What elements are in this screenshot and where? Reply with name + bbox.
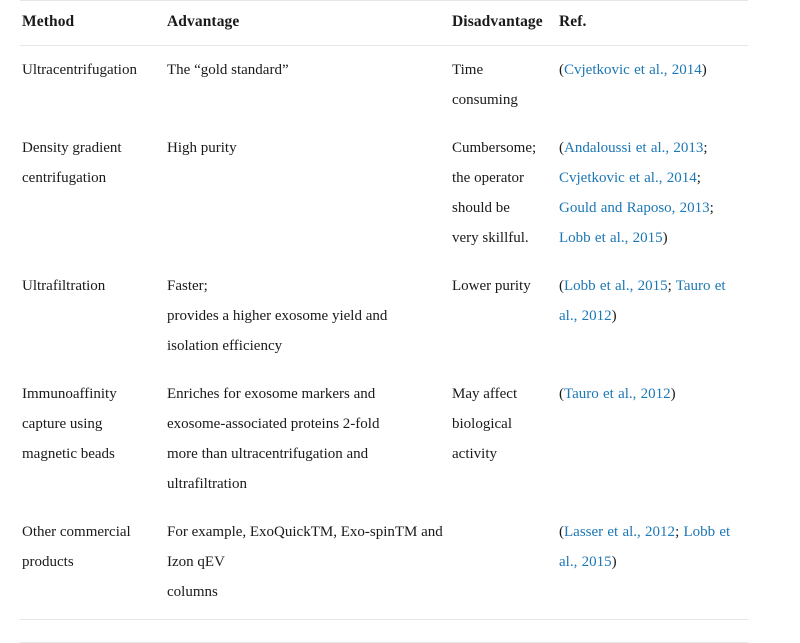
table-cell-ref: (Cvjetkovic et al., 2014) [557, 46, 748, 125]
table-row: Other commercialproductsFor example, Exo… [20, 508, 748, 620]
table-cell-disadvantage-line: the operator [452, 163, 551, 193]
ref-close-paren: ) [671, 386, 676, 402]
table-header-row: Method Advantage Disadvantage Ref. [20, 1, 748, 46]
table-cell-method-line: Density gradient [22, 133, 159, 163]
table-cell-disadvantage-line: Lower purity [452, 271, 551, 301]
table-cell-advantage-line: High purity [167, 133, 444, 163]
table-cell-disadvantage-line: biological [452, 409, 551, 439]
table-cell-disadvantage-line: Cumbersome; [452, 133, 551, 163]
table-cell-ref: (Lobb et al., 2015; Tauro et al., 2012) [557, 262, 748, 370]
citation-link[interactable]: Gould and Raposo, 2013 [559, 200, 710, 216]
table-cell-method: Density gradientcentrifugation [20, 124, 165, 262]
ref-close-paren: ) [663, 230, 668, 246]
table-cell-disadvantage-line: activity [452, 439, 551, 469]
table-cell-disadvantage-line: consuming [452, 85, 551, 115]
table-cell-disadvantage [450, 508, 557, 620]
table-cell-disadvantage: Lower purity [450, 262, 557, 370]
table-cell-advantage-line: ultrafiltration [167, 469, 444, 499]
table-row: Immunoaffinitycapture usingmagnetic bead… [20, 370, 748, 508]
table-cell-disadvantage-line: Time [452, 55, 551, 85]
table-cell-method-line: Immunoaffinity [22, 379, 159, 409]
table-cell-advantage: For example, ExoQuickTM, Exo-spinTM and … [165, 508, 450, 620]
citation-link[interactable]: Tauro et al., 2012 [564, 386, 671, 402]
table-cell-advantage: The “gold standard” [165, 46, 450, 125]
table-header: Method Advantage Disadvantage Ref. [20, 1, 748, 46]
table-cell-advantage-line: more than ultracentrifugation and [167, 439, 444, 469]
table-cell-method: Ultracentrifugation [20, 46, 165, 125]
table-cell-method: Immunoaffinitycapture usingmagnetic bead… [20, 370, 165, 508]
citation-link[interactable]: Andaloussi et al., 2013 [564, 140, 703, 156]
table-row: UltrafiltrationFaster;provides a higher … [20, 262, 748, 370]
table-cell-disadvantage: Cumbersome;the operatorshould bevery ski… [450, 124, 557, 262]
table-cell-advantage-line: isolation efficiency [167, 331, 444, 361]
column-header-method: Method [20, 1, 165, 46]
table-cell-advantage-line: provides a higher exosome yield and [167, 301, 444, 331]
ref-separator: ; [668, 278, 676, 294]
exosome-isolation-methods-table: Method Advantage Disadvantage Ref. Ultra… [20, 0, 748, 620]
table-cell-ref: (Lasser et al., 2012; Lobb et al., 2015) [557, 508, 748, 620]
table-cell-method-line: Ultracentrifugation [22, 55, 159, 85]
ref-close-paren: ) [612, 308, 617, 324]
table-cell-advantage-line: columns [167, 577, 444, 607]
table-cell-advantage: High purity [165, 124, 450, 262]
column-header-advantage: Advantage [165, 1, 450, 46]
citation-link[interactable]: Lobb et al., 2015 [564, 278, 668, 294]
table-cell-method-line: Ultrafiltration [22, 271, 159, 301]
ref-separator: ; [703, 140, 707, 156]
table-cell-advantage-line: Enriches for exosome markers and [167, 379, 444, 409]
table-cell-method-line: Other commercial [22, 517, 159, 547]
table-row: Density gradientcentrifugationHigh purit… [20, 124, 748, 262]
citation-link[interactable]: Cvjetkovic et al., 2014 [564, 62, 702, 78]
table-cell-disadvantage-line: very skillful. [452, 223, 551, 253]
table-cell-ref: (Tauro et al., 2012) [557, 370, 748, 508]
table-cell-disadvantage-line: should be [452, 193, 551, 223]
table-cell-advantage: Faster;provides a higher exosome yield a… [165, 262, 450, 370]
table-cell-method-line: capture using [22, 409, 159, 439]
table-cell-disadvantage: May affectbiologicalactivity [450, 370, 557, 508]
table-cell-advantage-line: For example, ExoQuickTM, Exo-spinTM and … [167, 517, 444, 577]
table-cell-method-line: centrifugation [22, 163, 159, 193]
ref-close-paren: ) [702, 62, 707, 78]
column-header-ref: Ref. [557, 1, 748, 46]
ref-separator: ; [697, 170, 701, 186]
table-cell-advantage-line: exosome-associated proteins 2-fold [167, 409, 444, 439]
methods-table-container: Method Advantage Disadvantage Ref. Ultra… [0, 0, 800, 620]
table-cell-method: Other commercialproducts [20, 508, 165, 620]
table-cell-disadvantage: Timeconsuming [450, 46, 557, 125]
table-cell-method-line: products [22, 547, 159, 577]
citation-link[interactable]: Lobb et al., 2015 [559, 230, 663, 246]
table-cell-disadvantage-line: May affect [452, 379, 551, 409]
table-cell-advantage-line: The “gold standard” [167, 55, 444, 85]
table-cell-method: Ultrafiltration [20, 262, 165, 370]
table-body: UltracentrifugationThe “gold standard”Ti… [20, 46, 748, 620]
ref-separator: ; [710, 200, 714, 216]
citation-link[interactable]: Cvjetkovic et al., 2014 [559, 170, 697, 186]
column-header-disadvantage: Disadvantage [450, 1, 557, 46]
table-cell-ref: (Andaloussi et al., 2013; Cvjetkovic et … [557, 124, 748, 262]
citation-link[interactable]: Lasser et al., 2012 [564, 524, 675, 540]
table-cell-advantage-line: Faster; [167, 271, 444, 301]
table-cell-method-line: magnetic beads [22, 439, 159, 469]
table-cell-advantage: Enriches for exosome markers andexosome-… [165, 370, 450, 508]
table-row: UltracentrifugationThe “gold standard”Ti… [20, 46, 748, 125]
